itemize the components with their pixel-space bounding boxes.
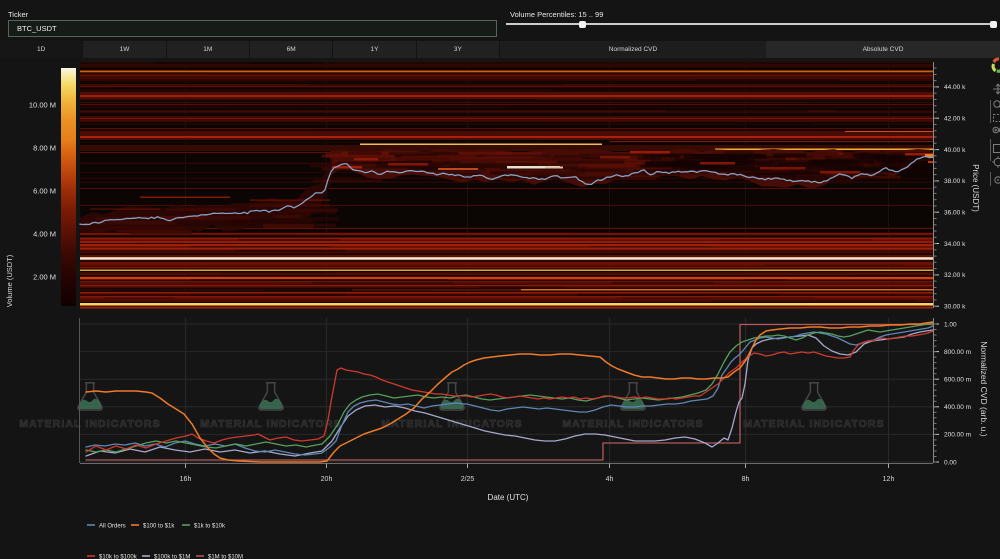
svg-text:MATERIAL INDICATORS: MATERIAL INDICATORS	[381, 418, 522, 430]
svg-text:Volume (USDT): Volume (USDT)	[5, 254, 14, 307]
svg-text:200.00 m: 200.00 m	[944, 432, 971, 439]
svg-text:34.00 k: 34.00 k	[944, 241, 966, 248]
svg-text:$100 to $1k: $100 to $1k	[143, 523, 175, 529]
svg-text:6.00 M: 6.00 M	[33, 187, 56, 196]
svg-text:12h: 12h	[883, 476, 895, 483]
svg-text:800.00 m: 800.00 m	[944, 349, 971, 356]
svg-text:MATERIAL INDICATORS: MATERIAL INDICATORS	[200, 418, 341, 430]
svg-text:MATERIAL INDICATORS: MATERIAL INDICATORS	[743, 418, 884, 430]
svg-text:20h: 20h	[321, 476, 333, 483]
svg-text:Price (USDT): Price (USDT)	[971, 164, 980, 212]
svg-text:400.00 m: 400.00 m	[944, 404, 971, 411]
svg-text:40.00 k: 40.00 k	[944, 147, 966, 154]
svg-text:42.00 k: 42.00 k	[944, 116, 966, 123]
svg-text:Date (UTC): Date (UTC)	[488, 493, 529, 502]
svg-text:38.00 k: 38.00 k	[944, 178, 966, 185]
svg-text:8.00 M: 8.00 M	[33, 144, 56, 153]
svg-text:$1k to $10k: $1k to $10k	[194, 523, 226, 529]
svg-text:0.00: 0.00	[944, 459, 957, 466]
svg-text:10.00 M: 10.00 M	[29, 101, 56, 110]
svg-text:2.00 M: 2.00 M	[33, 273, 56, 282]
svg-text:4h: 4h	[606, 476, 614, 483]
svg-text:2/25: 2/25	[461, 476, 475, 483]
svg-text:44.00 k: 44.00 k	[944, 84, 966, 91]
svg-text:MATERIAL INDICATORS: MATERIAL INDICATORS	[562, 418, 703, 430]
svg-text:4.00 M: 4.00 M	[33, 230, 56, 239]
svg-text:32.00 k: 32.00 k	[944, 272, 966, 279]
svg-text:$1M to $10M: $1M to $10M	[208, 554, 243, 559]
svg-text:$100k to $1M: $100k to $1M	[154, 554, 190, 559]
svg-text:All Orders: All Orders	[99, 523, 126, 529]
svg-text:36.00 k: 36.00 k	[944, 210, 966, 217]
svg-text:$10k to $100k: $10k to $100k	[99, 554, 138, 559]
svg-text:MATERIAL INDICATORS: MATERIAL INDICATORS	[19, 418, 160, 430]
svg-text:Normalized CVD (arb. u.): Normalized CVD (arb. u.)	[979, 341, 989, 437]
svg-text:600.00 m: 600.00 m	[944, 377, 971, 384]
svg-text:8h: 8h	[742, 476, 750, 483]
svg-text:16h: 16h	[180, 476, 192, 483]
svg-text:30.00 k: 30.00 k	[944, 304, 966, 311]
svg-text:1.00: 1.00	[944, 321, 957, 328]
